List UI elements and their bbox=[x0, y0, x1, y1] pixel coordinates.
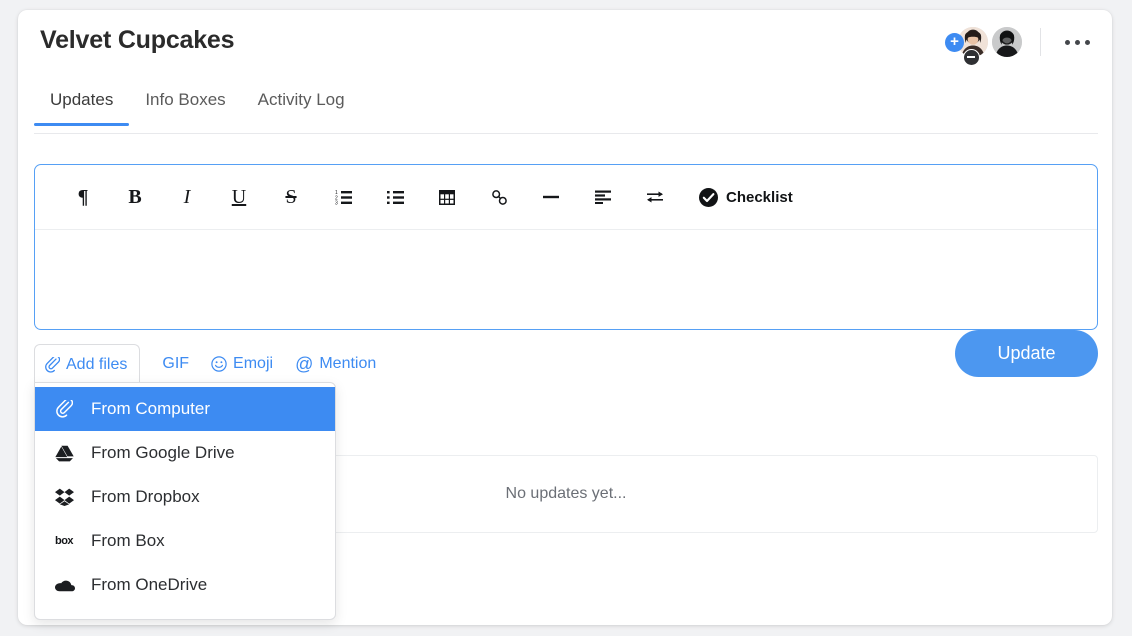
paragraph-icon[interactable]: ¶ bbox=[57, 177, 109, 217]
box-icon: box bbox=[54, 535, 74, 547]
dropdown-item-label: From Box bbox=[91, 531, 165, 550]
tab-info-boxes[interactable]: Info Boxes bbox=[129, 82, 241, 126]
dropdown-item-label: From Dropbox bbox=[91, 487, 200, 506]
table-icon[interactable] bbox=[421, 177, 473, 217]
no-updates-message: No updates yet... bbox=[505, 485, 627, 502]
at-icon: @ bbox=[295, 353, 314, 374]
underline-icon[interactable]: U bbox=[213, 177, 265, 217]
add-files-dropdown: From Computer From Google Drive From Dro… bbox=[34, 382, 336, 620]
strikethrough-icon[interactable]: S bbox=[265, 177, 317, 217]
dropdown-item-label: From Google Drive bbox=[91, 443, 235, 462]
swap-icon[interactable] bbox=[629, 177, 681, 217]
kebab-dot bbox=[1075, 39, 1080, 45]
editor-toolbar: ¶ B I U S 1 2 3 Checklist bbox=[35, 165, 1097, 230]
checklist-label: Checklist bbox=[726, 188, 793, 206]
horizontal-rule-icon[interactable] bbox=[525, 177, 577, 217]
align-left-icon[interactable] bbox=[577, 177, 629, 217]
board-card: Velvet Cupcakes + Updates Info Boxes Act… bbox=[18, 10, 1112, 625]
member-avatars[interactable]: + bbox=[945, 25, 1024, 66]
avatar[interactable] bbox=[990, 25, 1024, 59]
update-text-area[interactable] bbox=[35, 230, 1097, 328]
tabs-underline bbox=[34, 133, 1098, 134]
dropdown-item-from-dropbox[interactable]: From Dropbox bbox=[35, 475, 335, 519]
page-title: Velvet Cupcakes bbox=[40, 26, 235, 54]
dropbox-icon bbox=[53, 488, 75, 506]
dropdown-item-label: From Computer bbox=[91, 399, 211, 418]
tab-updates[interactable]: Updates bbox=[34, 82, 130, 126]
checklist-button[interactable]: Checklist bbox=[699, 187, 793, 207]
kebab-dot bbox=[1065, 39, 1070, 45]
remove-member-badge[interactable] bbox=[963, 49, 980, 66]
gif-button[interactable]: GIF bbox=[162, 355, 189, 373]
update-editor[interactable]: ¶ B I U S 1 2 3 Checklist bbox=[34, 164, 1098, 330]
tabs-row: Updates Info Boxes Activity Log bbox=[18, 82, 1112, 140]
app-page: Velvet Cupcakes + Updates Info Boxes Act… bbox=[0, 0, 1132, 636]
attachment-actions: Add files GIF Emoji @ Mention Update bbox=[34, 330, 1098, 386]
dropdown-item-from-computer[interactable]: From Computer bbox=[35, 387, 335, 431]
paperclip-icon bbox=[45, 354, 61, 373]
header-divider bbox=[1040, 28, 1041, 56]
paperclip-icon bbox=[53, 400, 75, 418]
more-options-icon[interactable] bbox=[1057, 34, 1098, 51]
ordered-list-icon[interactable]: 1 2 3 bbox=[317, 177, 369, 217]
dropdown-item-from-onedrive[interactable]: From OneDrive bbox=[35, 563, 335, 607]
tabs: Updates Info Boxes Activity Log bbox=[34, 82, 361, 126]
header-actions: + bbox=[945, 22, 1098, 66]
check-circle-icon bbox=[699, 187, 718, 207]
add-member-badge[interactable]: + bbox=[945, 33, 964, 52]
bold-icon[interactable]: B bbox=[109, 177, 161, 217]
italic-icon[interactable]: I bbox=[161, 177, 213, 217]
add-files-button[interactable]: Add files bbox=[34, 344, 141, 384]
svg-text:3: 3 bbox=[335, 200, 338, 204]
onedrive-icon bbox=[53, 578, 75, 592]
smiley-icon bbox=[211, 356, 227, 372]
emoji-button[interactable]: Emoji bbox=[211, 355, 273, 373]
gif-label: GIF bbox=[162, 355, 190, 372]
dropdown-item-from-google-drive[interactable]: From Google Drive bbox=[35, 431, 335, 475]
google-drive-icon bbox=[53, 445, 75, 462]
kebab-dot bbox=[1085, 39, 1090, 45]
mention-label: Mention bbox=[319, 355, 377, 372]
bulleted-list-icon[interactable] bbox=[369, 177, 421, 217]
emoji-label: Emoji bbox=[233, 355, 274, 372]
link-icon[interactable] bbox=[473, 177, 525, 217]
update-button[interactable]: Update bbox=[955, 330, 1098, 377]
dropdown-item-from-box[interactable]: box From Box bbox=[35, 519, 335, 563]
tab-activity-log[interactable]: Activity Log bbox=[242, 82, 361, 126]
dropdown-item-label: From OneDrive bbox=[91, 575, 208, 594]
add-files-label: Add files bbox=[66, 355, 128, 373]
mention-button[interactable]: @ Mention bbox=[295, 354, 376, 375]
